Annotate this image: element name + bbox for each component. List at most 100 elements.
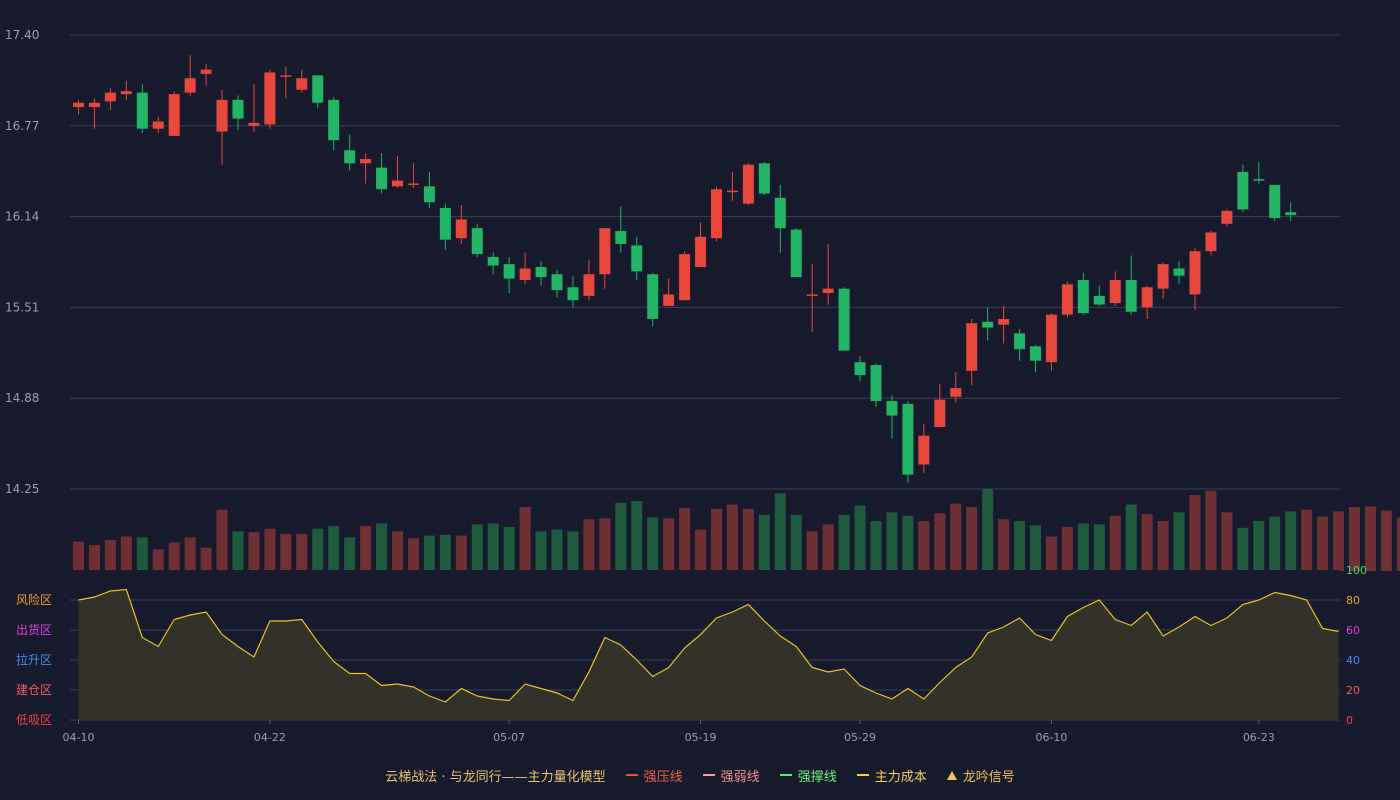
candle-body xyxy=(1285,212,1297,216)
candle-body xyxy=(407,183,419,185)
candle-body xyxy=(104,92,116,102)
candle-body xyxy=(998,318,1010,325)
volume-bar xyxy=(312,528,324,571)
candle-body xyxy=(503,264,515,279)
indicator-tick-label: 40 xyxy=(1346,654,1360,667)
candle-body xyxy=(152,121,164,129)
candle-body xyxy=(471,228,483,255)
candle-body xyxy=(423,186,435,203)
volume-bar xyxy=(1205,490,1217,571)
indicator-tick-label: 100 xyxy=(1346,564,1367,577)
volume-bar xyxy=(1333,511,1345,571)
volume-bar xyxy=(88,545,100,571)
legend-item-strength-line[interactable]: 强弱线 xyxy=(702,766,760,785)
volume-bar xyxy=(216,509,228,571)
volume-bar xyxy=(998,519,1010,571)
candle-body xyxy=(695,236,707,268)
candle-body xyxy=(886,401,898,416)
candle-body xyxy=(1221,210,1233,224)
volume-bar xyxy=(392,531,403,571)
volume-bar xyxy=(695,529,707,571)
zone-label: 风险区 xyxy=(16,592,52,607)
volume-bar xyxy=(264,528,276,571)
volume-bar xyxy=(599,518,611,571)
candle-body xyxy=(822,288,834,293)
triangle-icon xyxy=(946,770,957,780)
candle-body xyxy=(1157,264,1169,289)
volume-bar xyxy=(806,531,818,571)
volume-bar xyxy=(583,519,595,571)
candle-body xyxy=(679,254,691,301)
candle-body xyxy=(1093,295,1105,305)
candle-body xyxy=(838,288,850,351)
legend-item-strong-support[interactable]: 强撑线 xyxy=(779,766,837,785)
price-tick-label: 14.88 xyxy=(5,391,39,405)
volume-bar xyxy=(1045,536,1057,571)
volume-bar xyxy=(1141,514,1153,571)
zone-label: 建仓区 xyxy=(16,683,52,697)
legend-item-strong-resistance[interactable]: 强压线 xyxy=(625,766,683,785)
volume-bar xyxy=(726,504,738,571)
volume-bar xyxy=(822,524,834,571)
candle-body xyxy=(1253,179,1265,181)
volume-bar xyxy=(1221,512,1233,571)
legend-item-main-cost[interactable]: 主力成本 xyxy=(856,766,927,785)
volume-bar xyxy=(519,507,531,571)
candle-body xyxy=(1061,284,1073,315)
volume-bar xyxy=(551,529,563,571)
legend-item-dragon-signal[interactable]: 龙吟信号 xyxy=(946,766,1015,785)
candle-body xyxy=(774,197,786,229)
candle-body xyxy=(232,99,244,119)
price-tick-label: 14.25 xyxy=(5,482,39,496)
zone-label: 低吸区 xyxy=(16,713,52,727)
volume-bar xyxy=(152,549,164,571)
indicator-tick-label: 80 xyxy=(1346,594,1360,607)
volume-bar xyxy=(1061,526,1073,571)
volume-bar xyxy=(1109,515,1121,571)
volume-bar xyxy=(471,524,483,571)
candle-body xyxy=(982,321,994,328)
candle-body xyxy=(599,228,611,275)
volume-bar xyxy=(982,489,994,571)
candle-body xyxy=(1030,346,1041,361)
volume-bar xyxy=(1301,509,1313,571)
zone-label: 出货区 xyxy=(16,622,52,637)
volume-bar xyxy=(870,520,882,571)
zone-label: 拉升区 xyxy=(16,652,52,667)
candle-body xyxy=(73,102,84,108)
candle-body xyxy=(902,403,914,475)
volume-bar xyxy=(120,536,132,571)
volume-bar xyxy=(73,541,84,571)
volume-bar xyxy=(200,547,212,571)
candle-body xyxy=(966,323,978,371)
volume-bar xyxy=(1189,495,1201,571)
candle-body xyxy=(726,190,738,193)
candle-body xyxy=(519,268,531,281)
candlestick-chart: 17.40 16.77 16.14 15.51 14.88 14.25 100 80 60 40 2… xyxy=(5,28,1400,744)
candle-body xyxy=(1077,280,1089,314)
volume-bar xyxy=(423,535,435,571)
volume-bar xyxy=(360,526,372,571)
candle-body xyxy=(1014,333,1026,350)
candle-body xyxy=(376,167,388,190)
volume-bar xyxy=(104,539,116,571)
volume-bar xyxy=(774,493,786,571)
x-tick-label: 05-19 xyxy=(685,731,717,744)
legend-swatch-icon xyxy=(702,774,715,776)
volume-bar xyxy=(232,531,244,571)
volume-bar xyxy=(1285,511,1297,571)
candle-body xyxy=(1141,287,1153,308)
volume-bar xyxy=(1014,520,1026,571)
volume-bar xyxy=(376,523,388,571)
volume-bar xyxy=(439,534,451,571)
candle-body xyxy=(806,294,818,296)
volume-bar xyxy=(1269,516,1281,571)
volume-bar xyxy=(407,538,419,571)
candle-body xyxy=(168,94,180,136)
volume-bar xyxy=(455,535,467,571)
volume-bar xyxy=(950,503,962,571)
volume-bar xyxy=(487,523,499,571)
volume-bar xyxy=(647,517,659,571)
price-tick-label: 16.77 xyxy=(5,119,39,133)
volume-bar xyxy=(1125,504,1137,571)
